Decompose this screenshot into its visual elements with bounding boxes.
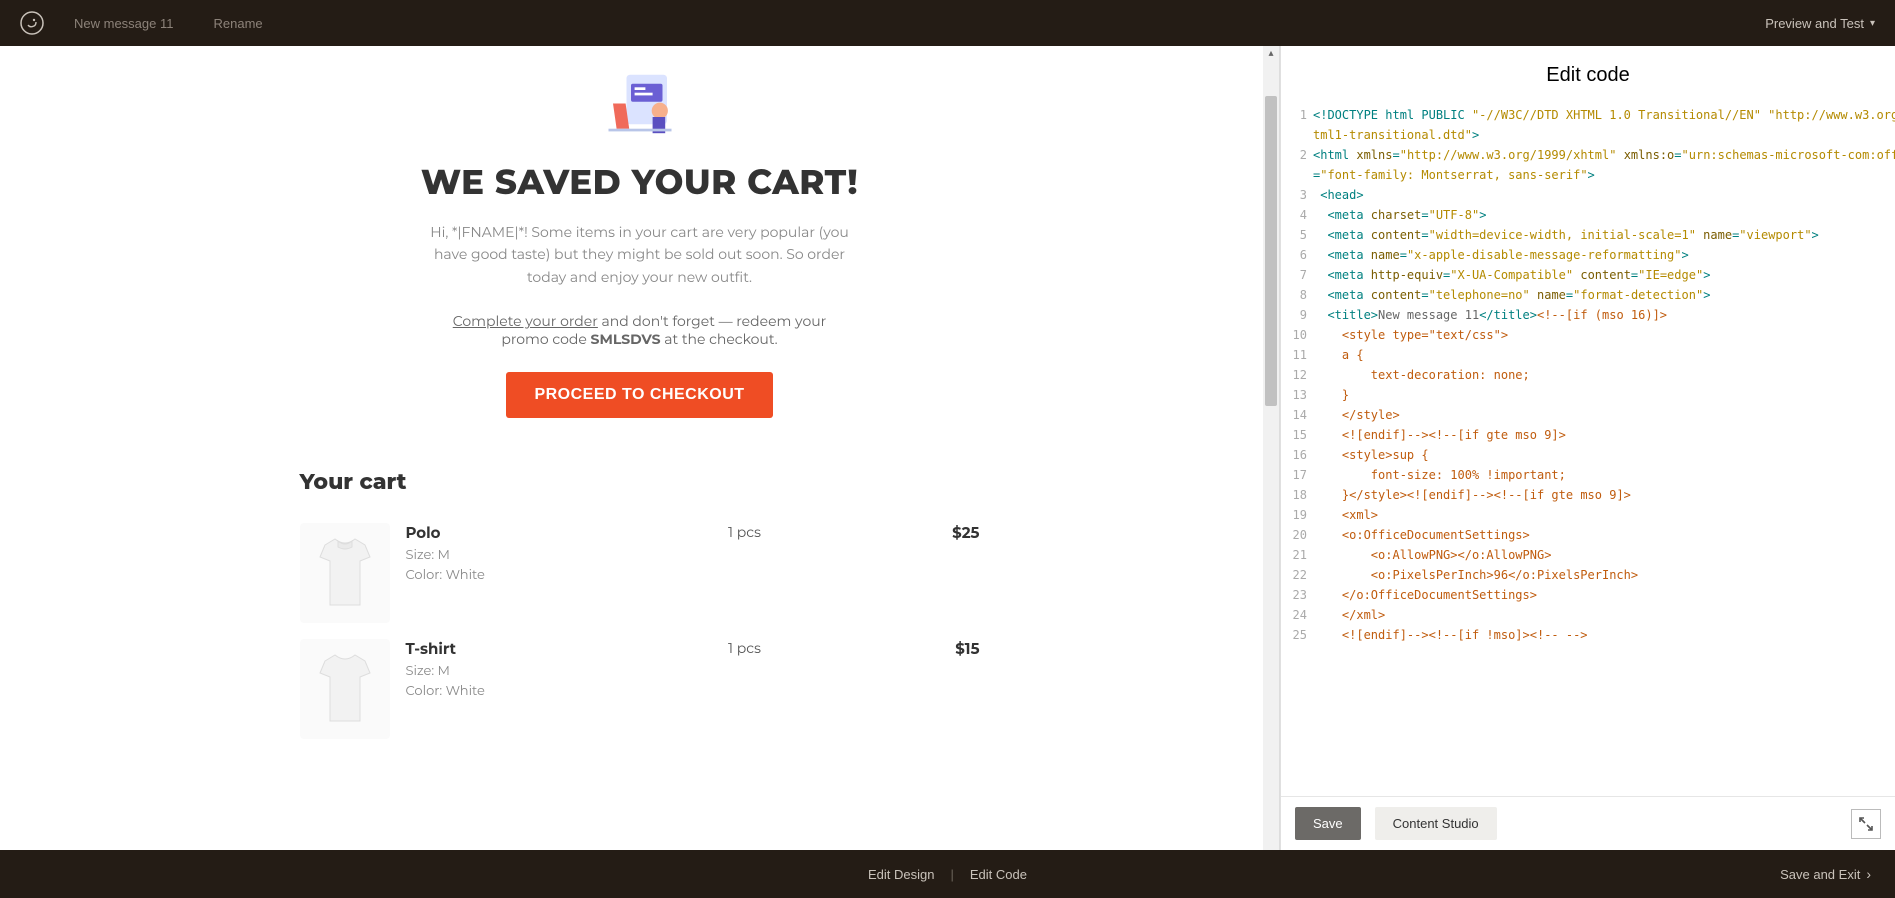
expand-editor-button[interactable] <box>1851 809 1881 839</box>
code-editor[interactable]: 1234567891011121314151617181920212223242… <box>1281 105 1895 796</box>
email-promo-line: Complete your order and don't forget — r… <box>430 312 850 348</box>
item-image <box>300 639 390 739</box>
edit-design-link[interactable]: Edit Design <box>852 867 950 882</box>
item-qty: 1 pcs <box>590 639 900 657</box>
cart-item: Polo Size: MColor: White 1 pcs$25 <box>290 515 990 631</box>
editor-footer: Save Content Studio <box>1281 796 1895 850</box>
save-exit-label: Save and Exit <box>1780 867 1860 882</box>
preview-scrollbar[interactable]: ▴ <box>1263 46 1279 850</box>
save-and-exit-button[interactable]: Save and Exit › <box>1780 866 1871 882</box>
item-color: Color: White <box>406 682 590 702</box>
line-gutter: 1234567891011121314151617181920212223242… <box>1281 105 1313 796</box>
scroll-up-arrow-icon[interactable]: ▴ <box>1263 46 1279 62</box>
shirt-icon <box>310 649 380 729</box>
preview-test-label: Preview and Test <box>1765 16 1864 31</box>
item-size: Size: M <box>406 546 590 566</box>
item-price: $15 <box>900 639 980 658</box>
bottom-bar: Edit Design | Edit Code Save and Exit › <box>0 850 1895 898</box>
cart-heading: Your cart <box>290 468 990 495</box>
item-size: Size: M <box>406 662 590 682</box>
item-name: T-shirt <box>406 639 590 658</box>
item-qty: 1 pcs <box>590 523 900 541</box>
promo-code: SMLSDVS <box>591 330 661 348</box>
chevron-right-icon: › <box>1866 866 1871 882</box>
content-studio-button[interactable]: Content Studio <box>1375 807 1497 840</box>
chevron-down-icon: ▾ <box>1870 18 1875 29</box>
rename-link[interactable]: Rename <box>213 16 262 31</box>
item-name: Polo <box>406 523 590 542</box>
editor-title: Edit code <box>1281 46 1895 105</box>
email-intro-text: Hi, *|FNAME|*! Some items in your cart a… <box>430 221 850 288</box>
preview-test-dropdown[interactable]: Preview and Test ▾ <box>1765 16 1875 31</box>
edit-code-link[interactable]: Edit Code <box>954 867 1043 882</box>
email-preview-pane: ▴ WE SAVED YOUR CART! Hi, *|FNAME|*! Som… <box>0 46 1280 850</box>
proceed-checkout-button[interactable]: PROCEED TO CHECKOUT <box>506 372 772 418</box>
shirt-icon <box>310 533 380 613</box>
item-color: Color: White <box>406 566 590 586</box>
item-price: $25 <box>900 523 980 542</box>
save-button[interactable]: Save <box>1295 807 1361 840</box>
item-image <box>300 523 390 623</box>
cart-item: T-shirt Size: MColor: White 1 pcs$15 <box>290 631 990 747</box>
complete-order-link[interactable]: Complete your order <box>453 312 598 330</box>
code-editor-pane: Edit code 123456789101112131415161718192… <box>1280 46 1895 850</box>
email-heading: WE SAVED YOUR CART! <box>290 161 990 203</box>
mailchimp-logo-icon <box>20 11 44 35</box>
expand-icon <box>1858 816 1874 832</box>
top-header: New message 11 Rename Preview and Test ▾ <box>0 0 1895 46</box>
message-name[interactable]: New message 11 <box>74 16 173 31</box>
cart-illustration-icon <box>595 66 685 141</box>
scrollbar-thumb[interactable] <box>1265 96 1277 406</box>
code-content[interactable]: <!DOCTYPE html PUBLIC "-//W3C//DTD XHTML… <box>1313 105 1895 796</box>
